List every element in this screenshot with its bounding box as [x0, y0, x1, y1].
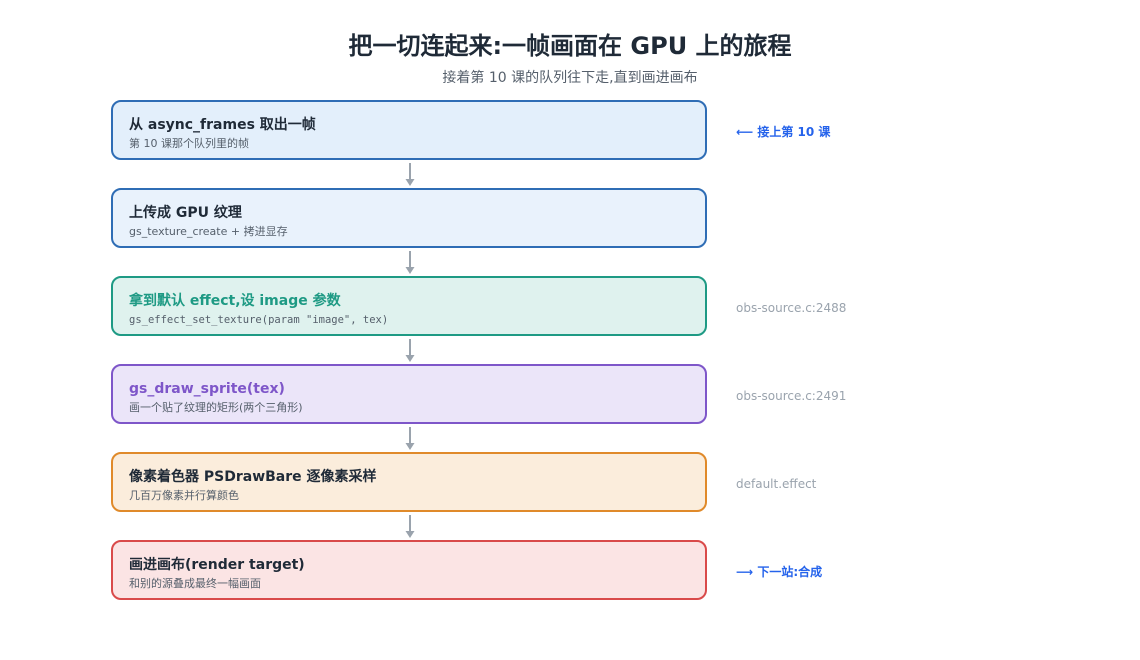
side-note-link-next: ⟶ 下一站:合成 [736, 565, 823, 579]
arrow-down-icon [405, 339, 415, 362]
step-description: gs_effect_set_texture(param "image", tex… [129, 314, 389, 326]
step-description: 第 10 课那个队列里的帧 [129, 137, 249, 150]
step-title: 画进画布(render target) [129, 557, 305, 573]
page-title: 把一切连起来:一帧画面在 GPU 上的旅程 [348, 32, 792, 60]
step-description: 和别的源叠成最终一幅画面 [129, 577, 261, 590]
step-draw-sprite: gs_draw_sprite(tex) 画一个贴了纹理的矩形(两个三角形) [111, 364, 707, 424]
step-description: gs_texture_create + 拷进显存 [129, 225, 288, 238]
step-title: 从 async_frames 取出一帧 [129, 117, 316, 133]
side-note-effect-file: default.effect [736, 477, 817, 491]
step-title: 像素着色器 PSDrawBare 逐像素采样 [129, 469, 377, 485]
step-title: 上传成 GPU 纹理 [129, 205, 242, 221]
step-set-effect: 拿到默认 effect,设 image 参数 gs_effect_set_tex… [111, 276, 707, 336]
step-title: gs_draw_sprite(tex) [129, 381, 285, 397]
arrow-down-icon [405, 163, 415, 186]
step-upload-texture: 上传成 GPU 纹理 gs_texture_create + 拷进显存 [111, 188, 707, 248]
arrow-down-icon [405, 515, 415, 538]
side-note-source-ref: obs-source.c:2488 [736, 301, 847, 315]
step-description: 几百万像素并行算颜色 [129, 489, 239, 502]
step-take-frame: 从 async_frames 取出一帧 第 10 课那个队列里的帧 [111, 100, 707, 160]
step-title: 拿到默认 effect,设 image 参数 [129, 293, 341, 309]
page-subtitle: 接着第 10 课的队列往下走,直到画进画布 [442, 70, 698, 86]
step-description: 画一个贴了纹理的矩形(两个三角形) [129, 401, 303, 414]
step-render-target: 画进画布(render target) 和别的源叠成最终一幅画面 [111, 540, 707, 600]
arrow-down-icon [405, 427, 415, 450]
side-note-source-ref: obs-source.c:2491 [736, 389, 847, 403]
step-pixel-shader: 像素着色器 PSDrawBare 逐像素采样 几百万像素并行算颜色 [111, 452, 707, 512]
arrow-down-icon [405, 251, 415, 274]
side-note-link-previous: ⟵ 接上第 10 课 [736, 125, 831, 139]
